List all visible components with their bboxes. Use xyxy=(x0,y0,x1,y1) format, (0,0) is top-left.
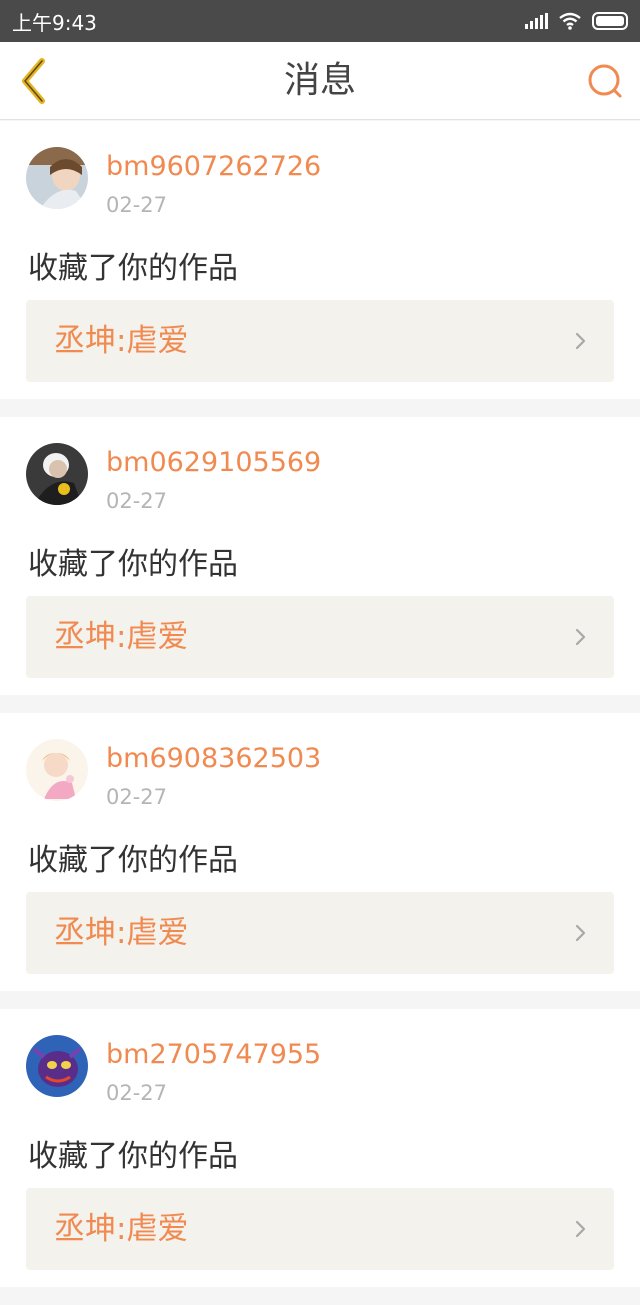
message-date: 02-27 xyxy=(106,1081,168,1105)
work-link[interactable]: 丞坤:虐爱 xyxy=(26,1188,614,1270)
status-time: 上午9:43 xyxy=(12,10,97,35)
chevron-right-icon xyxy=(575,924,586,942)
message-card: bm6908362503 02-27 收藏了你的作品 丞坤:虐爱 xyxy=(0,713,640,991)
chevron-right-icon xyxy=(575,332,586,350)
work-link[interactable]: 丞坤:虐爱 xyxy=(26,300,614,382)
username[interactable]: bm2705747955 xyxy=(106,1039,321,1070)
message-card: bm2705747955 02-27 收藏了你的作品 丞坤:虐爱 xyxy=(0,1009,640,1287)
work-title: 丞坤:虐爱 xyxy=(54,915,189,951)
message-action: 收藏了你的作品 xyxy=(28,251,238,286)
avatar[interactable] xyxy=(26,1035,88,1097)
wifi-icon xyxy=(559,12,581,30)
avatar[interactable] xyxy=(26,739,88,801)
username[interactable]: bm0629105569 xyxy=(106,447,321,478)
chevron-right-icon xyxy=(575,1220,586,1238)
message-date: 02-27 xyxy=(106,489,168,513)
nav-bar: 消息 xyxy=(0,42,640,120)
message-date: 02-27 xyxy=(106,193,168,217)
status-icons xyxy=(525,12,628,30)
message-card: bm9607262726 02-27 收藏了你的作品 丞坤:虐爱 xyxy=(0,121,640,399)
message-action: 收藏了你的作品 xyxy=(28,547,238,582)
username[interactable]: bm6908362503 xyxy=(106,743,321,774)
avatar[interactable] xyxy=(26,147,88,209)
signal-icon xyxy=(525,13,548,29)
battery-icon xyxy=(592,12,628,30)
message-list: bm9607262726 02-27 收藏了你的作品 丞坤:虐爱 bm06291… xyxy=(0,121,640,1305)
chevron-right-icon xyxy=(575,628,586,646)
message-action: 收藏了你的作品 xyxy=(28,843,238,878)
work-title: 丞坤:虐爱 xyxy=(54,1211,189,1247)
work-link[interactable]: 丞坤:虐爱 xyxy=(26,596,614,678)
search-button[interactable] xyxy=(584,60,626,102)
work-link[interactable]: 丞坤:虐爱 xyxy=(26,892,614,974)
page-title: 消息 xyxy=(283,60,356,101)
work-title: 丞坤:虐爱 xyxy=(54,323,189,359)
work-title: 丞坤:虐爱 xyxy=(54,619,189,655)
message-card: bm0629105569 02-27 收藏了你的作品 丞坤:虐爱 xyxy=(0,417,640,695)
message-date: 02-27 xyxy=(106,785,168,809)
search-icon xyxy=(588,64,622,98)
status-bar: 上午9:43 xyxy=(0,0,640,42)
username[interactable]: bm9607262726 xyxy=(106,151,321,182)
avatar[interactable] xyxy=(26,443,88,505)
